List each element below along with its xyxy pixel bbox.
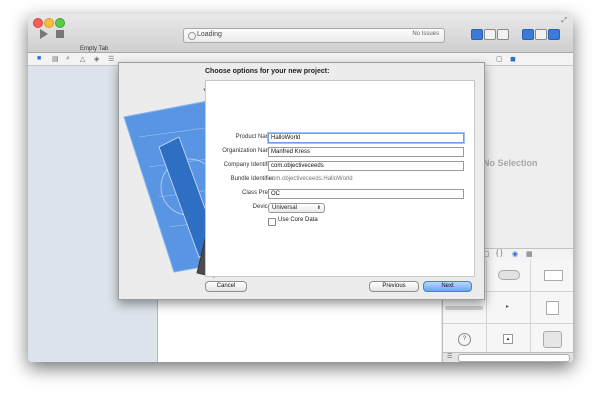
company-identifier-label: Company Identifier bbox=[223, 162, 274, 168]
use-core-data-label: Use Core Data bbox=[278, 217, 318, 223]
devices-select[interactable]: Universal ⬍ bbox=[268, 203, 325, 213]
minimize-window-button[interactable] bbox=[44, 18, 54, 28]
organization-name-label: Organization Name bbox=[222, 148, 274, 154]
chevron-updown-icon: ⬍ bbox=[316, 205, 321, 211]
assistant-editor-button[interactable] bbox=[484, 29, 496, 40]
use-core-data-checkbox[interactable] bbox=[268, 218, 276, 226]
braces-icon[interactable]: { } bbox=[496, 250, 503, 257]
activity-status: Loading bbox=[197, 31, 222, 38]
organization-name-field[interactable]: Manfred Kress bbox=[268, 147, 464, 157]
library-item[interactable]: ▸ bbox=[487, 292, 531, 324]
previous-button[interactable]: Previous bbox=[369, 281, 419, 292]
quick-help-icon[interactable]: ◼ bbox=[510, 55, 516, 63]
play-icon[interactable] bbox=[40, 29, 48, 39]
library-item[interactable] bbox=[531, 292, 573, 324]
symbol-icon[interactable]: ▤ bbox=[52, 55, 59, 63]
no-selection-label: No Selection bbox=[483, 158, 538, 168]
search-icon[interactable]: ⌕ bbox=[66, 55, 70, 63]
library-item[interactable] bbox=[487, 260, 531, 292]
grid-view-icon[interactable]: ☰ bbox=[447, 353, 452, 360]
project-options-form: Product Name HalloWorld Organization Nam… bbox=[205, 80, 475, 277]
fullscreen-icon[interactable]: ⤢ bbox=[561, 17, 567, 25]
warning-icon[interactable]: △ bbox=[80, 55, 85, 63]
library-search-field[interactable] bbox=[458, 354, 570, 362]
new-project-sheet: Choose options for your new project: Pro… bbox=[118, 62, 485, 300]
scheme-tab-label[interactable]: Empty Tab bbox=[80, 46, 108, 52]
file-icon[interactable]: ▢ bbox=[496, 55, 503, 63]
bundle-identifier-label: Bundle Identifier bbox=[230, 176, 274, 182]
sheet-title: Choose options for your new project: bbox=[205, 68, 330, 75]
object-library-icon[interactable]: ◉ bbox=[512, 250, 518, 258]
close-window-button[interactable] bbox=[33, 18, 43, 28]
zoom-window-button[interactable] bbox=[55, 18, 65, 28]
library-filter: ☰ bbox=[443, 352, 573, 362]
breakpoint-icon[interactable]: ◈ bbox=[94, 55, 99, 63]
navigator-toggle-button[interactable] bbox=[522, 29, 534, 40]
media-library-icon[interactable]: ▦ bbox=[526, 250, 533, 258]
spinner-icon bbox=[188, 32, 196, 40]
bundle-identifier-value: com.objectiveceeds.HalloWorld bbox=[269, 176, 353, 182]
version-editor-button[interactable] bbox=[497, 29, 509, 40]
utilities-toggle-button[interactable] bbox=[548, 29, 560, 40]
class-prefix-field[interactable]: OC bbox=[268, 189, 464, 199]
product-name-field[interactable]: HalloWorld bbox=[268, 133, 464, 143]
toolbar: ⤢ Empty Tab Loading No Issues bbox=[28, 14, 573, 53]
stop-icon[interactable] bbox=[56, 30, 64, 38]
log-icon[interactable]: ☰ bbox=[108, 55, 114, 63]
next-button[interactable]: Next bbox=[423, 281, 472, 292]
folder-icon[interactable]: ■ bbox=[37, 55, 41, 62]
issues-status: No Issues bbox=[412, 31, 439, 37]
cancel-button[interactable]: Cancel bbox=[205, 281, 247, 292]
activity-view: Loading No Issues bbox=[183, 28, 445, 43]
debug-area-toggle-button[interactable] bbox=[535, 29, 547, 40]
library-item[interactable] bbox=[531, 260, 573, 292]
devices-select-value: Universal bbox=[272, 205, 298, 211]
standard-editor-button[interactable] bbox=[471, 29, 483, 40]
company-identifier-field[interactable]: com.objectiveceeds bbox=[268, 161, 464, 171]
